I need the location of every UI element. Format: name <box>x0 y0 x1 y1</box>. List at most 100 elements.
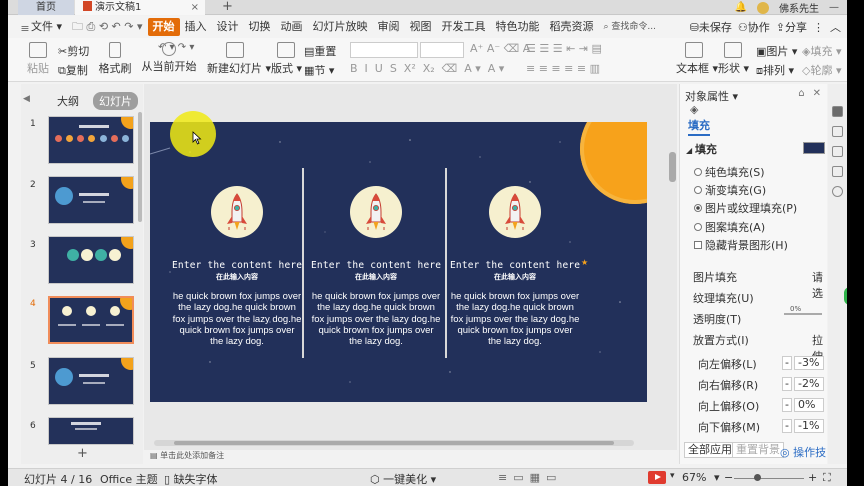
slide-thumbnail-3[interactable] <box>48 236 134 284</box>
decrement-button[interactable]: - <box>782 419 792 433</box>
arrange-button[interactable]: ⧈排列 ▾ <box>756 62 794 78</box>
offset-top-input[interactable]: 0% <box>794 398 824 412</box>
notification-icon[interactable]: 🔔 <box>735 2 747 13</box>
view-mode-icons[interactable]: ≡▭▦▭ <box>498 471 562 484</box>
font-size-select[interactable] <box>420 42 464 58</box>
fit-window-icon[interactable]: ⛶ <box>823 471 831 485</box>
alignment-group[interactable]: ≡ ≡ ≡ ≡ ≡ ▥ <box>526 62 600 75</box>
content-column-1[interactable]: Enter the content here 在此输入内容 he quick b… <box>172 186 302 347</box>
radio-picture-fill[interactable]: 图片或纹理填充(P) <box>694 200 797 216</box>
play-from-current-button[interactable]: 从当前开始 <box>139 42 199 74</box>
shape-button[interactable]: 形状 ▾ <box>718 42 749 76</box>
zoom-slider-knob[interactable] <box>754 474 761 481</box>
collapse-ribbon-icon[interactable]: ︿ <box>830 19 841 35</box>
new-slide-button[interactable]: 新建幻灯片 ▾ <box>207 42 271 76</box>
add-slide-button[interactable]: + <box>77 446 88 461</box>
share-button[interactable]: ⇪分享 <box>776 19 807 35</box>
beautify-button[interactable]: ⬡ 一键美化 ▾ <box>370 471 436 486</box>
assistant-badge-icon[interactable]: ◂ <box>844 287 847 305</box>
collapse-panel-icon[interactable]: ◀ <box>23 94 30 104</box>
theme-name[interactable]: Office 主题 <box>100 471 158 486</box>
fill-section-header[interactable]: ◢ 填充 <box>686 141 717 157</box>
transparency-slider[interactable] <box>784 313 822 315</box>
play-dropdown-icon[interactable]: ▾ <box>670 471 675 481</box>
avatar[interactable] <box>757 1 769 14</box>
play-slideshow-icon[interactable] <box>648 471 666 484</box>
scrollbar-thumb[interactable] <box>174 441 614 445</box>
paste-button[interactable]: 粘贴 <box>24 42 52 76</box>
tab-animation[interactable]: 动画 <box>276 18 308 36</box>
tab-view[interactable]: 视图 <box>405 18 437 36</box>
lock-icon[interactable]: ⌂ <box>798 88 804 99</box>
collab-button[interactable]: ⚇协作 <box>738 19 770 35</box>
backup-icon[interactable] <box>832 166 843 177</box>
content-column-2[interactable]: Enter the content here 在此输入内容 he quick b… <box>311 186 441 347</box>
paragraph-group[interactable]: ☰ ☰ ☰ ⇤ ⇥ ▤ <box>526 42 602 55</box>
zoom-in-button[interactable]: + <box>808 471 817 484</box>
tab-document[interactable]: 演示文稿1 × <box>75 0 205 15</box>
tab-docer[interactable]: 稻壳资源 <box>545 18 599 36</box>
tab-home[interactable]: 首页 <box>18 0 74 15</box>
minimize-icon[interactable]: — <box>829 2 839 13</box>
content-column-3[interactable]: Enter the content here 在此输入内容 he quick b… <box>450 186 580 347</box>
close-tab-icon[interactable]: × <box>191 0 199 15</box>
tab-slides[interactable]: 幻灯片 <box>93 92 138 110</box>
offset-bottom-input[interactable]: -1% <box>794 419 824 433</box>
tab-slideshow[interactable]: 幻灯片放映 <box>308 18 373 36</box>
user-name[interactable]: 佛系先生 <box>779 0 819 15</box>
tab-developer[interactable]: 开发工具 <box>437 18 491 36</box>
slide-thumbnail-4[interactable] <box>48 296 134 344</box>
tab-transition[interactable]: 切换 <box>244 18 276 36</box>
unsaved-status[interactable]: ⛁未保存 <box>690 19 732 35</box>
font-name-select[interactable] <box>350 42 418 58</box>
tab-design[interactable]: 设计 <box>212 18 244 36</box>
properties-icon[interactable] <box>832 106 843 117</box>
tab-outline[interactable]: 大纲 <box>51 92 85 110</box>
apply-all-button[interactable]: 全部应用 <box>684 442 736 458</box>
zoom-level[interactable]: 67% <box>682 471 706 484</box>
canvas-horizontal-scrollbar[interactable] <box>154 440 634 446</box>
tab-fill[interactable]: 填充 <box>688 117 710 136</box>
picture-fill-select[interactable]: 请选 <box>812 269 827 301</box>
select-icon[interactable] <box>832 126 843 137</box>
tab-start[interactable]: 开始 <box>147 18 180 36</box>
zoom-slider[interactable] <box>734 478 804 479</box>
tips-link[interactable]: ◎ 操作技 <box>780 444 826 460</box>
reset-button[interactable]: ▤重置 <box>304 43 336 59</box>
missing-font-button[interactable]: ▯ 缺失字体 <box>164 471 218 486</box>
decrement-button[interactable]: - <box>782 356 792 370</box>
animation-icon[interactable] <box>832 146 843 157</box>
image-button[interactable]: ▣图片 ▾ <box>756 43 797 59</box>
tab-insert[interactable]: 插入 <box>180 18 212 36</box>
copy-button[interactable]: ⧉复制 <box>58 62 88 78</box>
canvas-vertical-scrollbar[interactable] <box>669 152 676 182</box>
fill-bucket-icon[interactable]: ◈ <box>690 103 698 116</box>
decrement-button[interactable]: - <box>782 398 792 412</box>
zoom-menu-icon[interactable]: ▾ <box>714 471 720 484</box>
zoom-out-button[interactable]: − <box>724 471 733 484</box>
slide-thumbnail-2[interactable] <box>48 176 134 224</box>
decrement-button[interactable]: - <box>782 377 792 391</box>
text-format-group[interactable]: B I U S X² X₂ ⌫ A ▾ A ▾ <box>350 62 504 75</box>
file-menu[interactable]: ≡文件 ▾ <box>14 18 67 36</box>
outline-button[interactable]: ◇轮廓 ▾ <box>802 62 842 78</box>
slide-editor[interactable]: ★ Enter the content here 在此输入内容 he quick… <box>150 122 647 402</box>
more-icon[interactable]: ⋮ <box>813 21 824 34</box>
cut-button[interactable]: ✂剪切 <box>58 43 89 59</box>
search-command[interactable]: ⌕ 查找命令... <box>599 18 662 36</box>
radio-gradient-fill[interactable]: 渐变填充(G) <box>694 182 766 198</box>
thumbnail-scrollbar[interactable] <box>138 112 142 222</box>
radio-pattern-fill[interactable]: 图案填充(A) <box>694 219 765 235</box>
format-painter-button[interactable]: 格式刷 <box>98 42 132 76</box>
slide-thumbnail-5[interactable] <box>48 357 134 405</box>
radio-solid-fill[interactable]: 纯色填充(S) <box>694 164 765 180</box>
fill-button[interactable]: ◈填充 ▾ <box>802 43 842 59</box>
notes-placeholder[interactable]: ▤ 单击此处添加备注 <box>150 450 224 461</box>
font-grow-group[interactable]: A⁺ A⁻ ⌫ A <box>470 42 530 55</box>
slide-thumbnail-1[interactable] <box>48 116 134 164</box>
tab-review[interactable]: 审阅 <box>373 18 405 36</box>
layout-button[interactable]: 版式 ▾ <box>271 42 302 76</box>
location-icon[interactable] <box>832 186 843 197</box>
offset-right-input[interactable]: -2% <box>794 377 824 391</box>
checkbox-hide-bg[interactable]: 隐藏背景图形(H) <box>694 237 788 253</box>
